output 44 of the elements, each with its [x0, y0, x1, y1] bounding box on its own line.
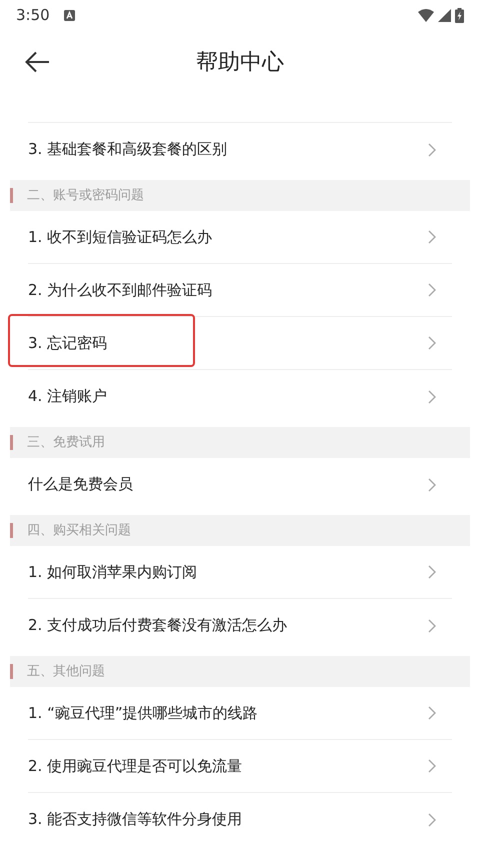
faq-question: 3. 能否支持微信等软件分身使用 [28, 809, 242, 830]
notification-icon [64, 10, 75, 20]
faq-question: 1. 收不到短信验证码怎么办 [28, 226, 212, 248]
battery-icon [455, 8, 464, 22]
section-title: 三、免费试用 [27, 434, 105, 452]
chevron-right-icon [428, 618, 436, 632]
faq-item[interactable]: 2. 使用豌豆代理是否可以免流量 [28, 740, 452, 793]
faq-question: 2. 支付成功后付费套餐没有激活怎么办 [28, 615, 288, 636]
faq-question: 3. 忘记密码 [28, 332, 108, 354]
faq-question: 2. 使用豌豆代理是否可以免流量 [28, 756, 242, 777]
faq-item[interactable]: 2. 为什么收不到邮件验证码 [28, 264, 452, 317]
section-title: 四、购买相关问题 [27, 522, 131, 540]
chevron-right-icon [428, 706, 436, 720]
chevron-right-icon [428, 565, 436, 579]
faq-question: 什么是免费会员 [28, 474, 133, 496]
status-time: 3:50 [16, 4, 50, 26]
faq-item[interactable]: 1. 如何取消苹果内购订阅 [28, 546, 452, 599]
faq-item[interactable]: 4. 注销账户 [28, 370, 452, 423]
wifi-icon [418, 8, 434, 22]
chevron-right-icon [428, 478, 436, 492]
chevron-right-icon [428, 230, 436, 244]
chevron-right-icon [428, 336, 436, 350]
signal-icon [438, 8, 451, 22]
chevron-right-icon [428, 142, 436, 156]
faq-question: 1. 如何取消苹果内购订阅 [28, 562, 198, 583]
chevron-right-icon [428, 390, 436, 404]
faq-question: 3. 基础套餐和高级套餐的区别 [28, 139, 228, 160]
faq-item[interactable]: 3. 基础套餐和高级套餐的区别 [28, 123, 452, 176]
faq-item[interactable]: 2. 支付成功后付费套餐没有激活怎么办 [28, 599, 452, 652]
chevron-right-icon [428, 759, 436, 773]
chevron-right-icon [428, 812, 436, 826]
faq-question: 4. 注销账户 [28, 386, 108, 408]
back-arrow-icon[interactable] [25, 51, 50, 73]
page-title: 帮助中心 [196, 49, 284, 77]
faq-item[interactable]: 1. “豌豆代理”提供哪些城市的线路 [28, 687, 452, 740]
faq-question: 2. 为什么收不到邮件验证码 [28, 280, 212, 301]
faq-item[interactable]: 什么是免费会员 [28, 458, 452, 511]
faq-item[interactable]: 3. 忘记密码 [28, 317, 452, 370]
faq-item[interactable]: 1. 收不到短信验证码怎么办 [28, 211, 452, 264]
faq-item[interactable]: 3. 能否支持微信等软件分身使用 [28, 793, 452, 846]
section-title: 二、账号或密码问题 [27, 186, 144, 205]
chevron-right-icon [428, 283, 436, 297]
section-title: 五、其他问题 [27, 662, 105, 681]
faq-question: 1. “豌豆代理”提供哪些城市的线路 [28, 702, 258, 724]
